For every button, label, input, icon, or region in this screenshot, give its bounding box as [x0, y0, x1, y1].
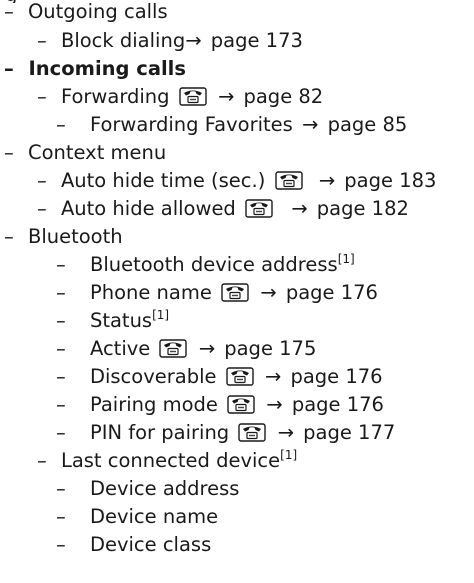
- item-label: Bluetooth: [27, 225, 123, 248]
- item-label: Bluetooth device address: [89, 253, 338, 276]
- menu-item-pin-for-pairing: – PIN for pairing → page 177: [56, 419, 395, 447]
- dash: –: [56, 281, 66, 304]
- menu-item-forwarding: – Forwarding → page 82: [37, 83, 323, 111]
- dash: –: [37, 169, 47, 192]
- item-label: Incoming calls: [28, 57, 186, 80]
- desk-phone-icon: [179, 87, 207, 106]
- desk-phone-icon: [238, 423, 267, 442]
- page-reference[interactable]: page 176: [292, 393, 384, 416]
- dash: –: [56, 113, 66, 136]
- dash: –: [4, 141, 14, 164]
- menu-item-status: – Status[1]: [56, 307, 169, 335]
- dash: –: [56, 309, 66, 332]
- desk-phone-icon: [159, 339, 188, 358]
- arrow-icon: →: [185, 29, 202, 52]
- menu-item-active: – Active → page 175: [56, 335, 316, 363]
- dash: –: [37, 197, 47, 220]
- page-reference[interactable]: page 176: [290, 365, 382, 388]
- arrow-icon: →: [264, 365, 282, 388]
- item-label: Discoverable: [89, 365, 217, 388]
- dash: –: [56, 421, 66, 444]
- menu-item-device-class: – Device class: [56, 531, 211, 559]
- arrow-icon: →: [291, 197, 308, 220]
- arrow-icon: →: [318, 169, 336, 192]
- arrow-icon: →: [217, 85, 235, 108]
- item-label: Device name: [89, 505, 219, 528]
- menu-item-bluetooth-device-address: – Bluetooth device address[1]: [56, 251, 355, 279]
- menu-item-context-menu: – Context menu: [4, 139, 166, 167]
- item-label: Device class: [89, 533, 212, 556]
- item-label: Last connected device: [60, 449, 281, 472]
- menu-item-auto-hide-allowed: – Auto hide allowed → page 182: [37, 195, 409, 223]
- page-reference[interactable]: page 176: [286, 281, 378, 304]
- item-label: Context menu: [27, 141, 167, 164]
- dash: –: [56, 393, 66, 416]
- desk-phone-icon: [226, 367, 254, 386]
- arrow-icon: →: [266, 393, 283, 416]
- item-label: Active: [89, 337, 151, 360]
- desk-phone-icon: [221, 283, 249, 302]
- dash: –: [37, 29, 47, 52]
- menu-item-phone-name: – Phone name → page 176: [56, 279, 378, 307]
- arrow-icon: →: [302, 113, 319, 136]
- menu-item-auto-hide-time: – Auto hide time (sec.) → page 183: [37, 167, 436, 195]
- item-label: Auto hide allowed: [60, 197, 236, 220]
- footnote-marker: [1]: [280, 448, 298, 462]
- item-label: Block dialing: [60, 29, 186, 52]
- item-label: Outgoing calls: [27, 0, 168, 23]
- item-label: Forwarding: [60, 85, 170, 108]
- dash: –: [4, 0, 14, 23]
- menu-item-outgoing-calls: – Outgoing calls: [4, 0, 168, 26]
- page-reference[interactable]: page 183: [344, 169, 436, 192]
- item-label: PIN for pairing: [89, 421, 230, 444]
- dash: –: [4, 57, 14, 80]
- page-reference[interactable]: page 82: [243, 85, 323, 108]
- menu-item-bluetooth: – Bluetooth: [4, 223, 123, 251]
- menu-item-incoming-calls: – Incoming calls: [4, 55, 186, 83]
- menu-item-device-name: – Device name: [56, 503, 218, 531]
- menu-item-last-connected-device: – Last connected device[1]: [37, 447, 297, 475]
- item-label: Auto hide time (sec.): [60, 169, 266, 192]
- arrow-icon: →: [198, 337, 216, 360]
- menu-item-forwarding-favorites: – Forwarding Favorites → page 85: [56, 111, 407, 139]
- item-label: Forwarding Favorites: [89, 113, 293, 136]
- footnote-marker: [1]: [152, 308, 170, 322]
- item-label: Device address: [89, 477, 240, 500]
- dash: –: [37, 85, 47, 108]
- page-reference[interactable]: page 182: [317, 197, 409, 220]
- dash: –: [56, 337, 66, 360]
- page-reference[interactable]: page 177: [303, 421, 395, 444]
- item-label: Pairing mode: [89, 393, 218, 416]
- arrow-icon: →: [260, 281, 277, 304]
- menu-item-device-address: – Device address: [56, 475, 239, 503]
- footnote-marker: [1]: [337, 252, 355, 266]
- desk-phone-icon: [245, 199, 273, 218]
- dash: –: [56, 505, 66, 528]
- menu-item-pairing-mode: – Pairing mode → page 176: [56, 391, 384, 419]
- page-reference[interactable]: page 85: [328, 113, 408, 136]
- item-label: Phone name: [89, 281, 212, 304]
- dash: –: [56, 533, 66, 556]
- desk-phone-icon: [274, 171, 303, 190]
- dash: –: [56, 253, 66, 276]
- page-reference[interactable]: page 175: [224, 337, 316, 360]
- menu-item-block-dialing: – Block dialing→ page 173: [37, 27, 303, 55]
- dash: –: [37, 449, 47, 472]
- dash: –: [56, 365, 66, 388]
- dash: –: [4, 225, 14, 248]
- menu-item-discoverable: – Discoverable → page 176: [56, 363, 383, 391]
- arrow-icon: →: [277, 421, 294, 444]
- desk-phone-icon: [227, 395, 255, 414]
- item-label: Status: [89, 309, 153, 332]
- page-reference[interactable]: page 173: [211, 29, 303, 52]
- dash: –: [56, 477, 66, 500]
